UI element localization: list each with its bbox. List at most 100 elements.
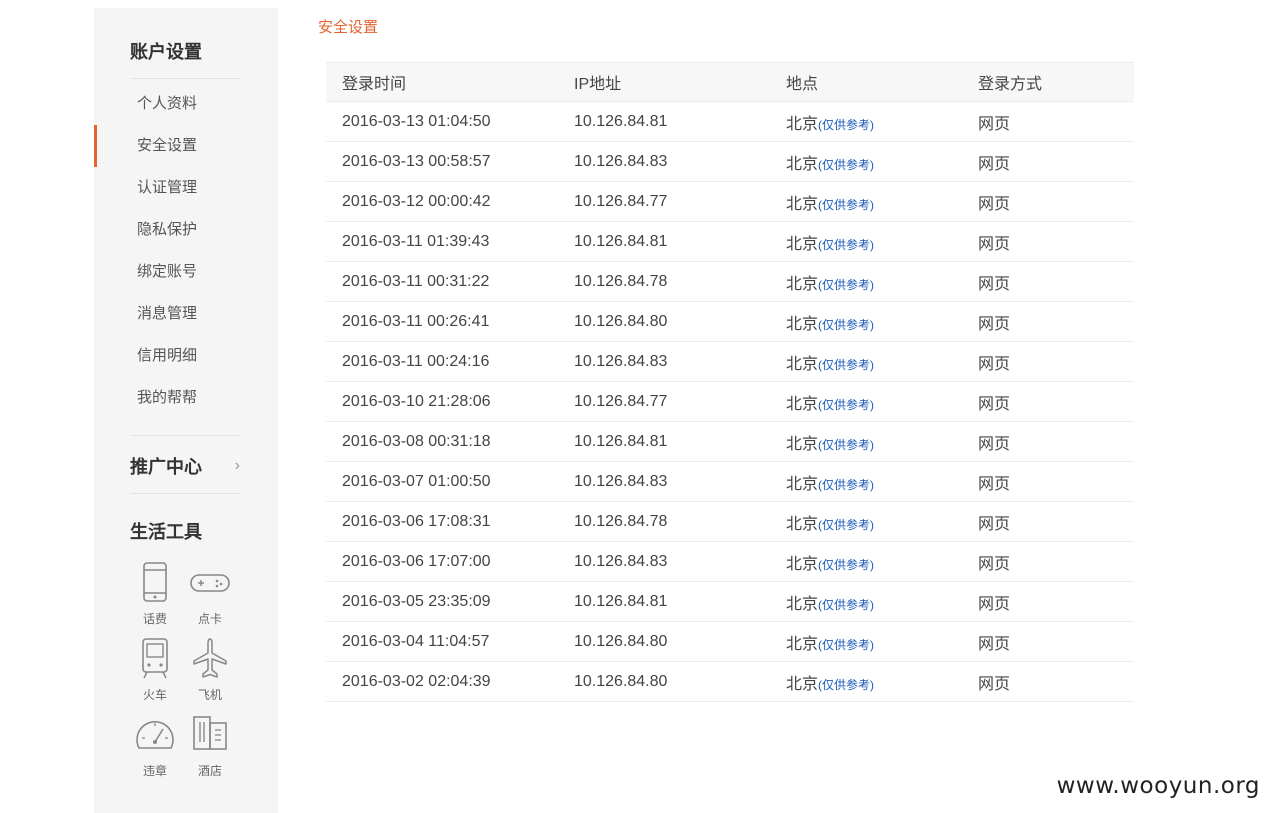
ip-cell: 10.126.84.83: [558, 541, 770, 582]
sidebar-item[interactable]: 消息管理: [94, 293, 278, 335]
sidebar-item[interactable]: 我的帮帮: [94, 377, 278, 419]
table-row: 2016-03-11 00:31:22 10.126.84.78 北京(仅供参考) 网…: [326, 261, 1134, 302]
reference-note: (仅供参考): [818, 197, 875, 212]
location-cell: 北京(仅供参考): [770, 301, 962, 342]
ip-cell: 10.126.84.77: [558, 381, 770, 422]
location-cell: 北京(仅供参考): [770, 381, 962, 422]
login-time-cell: 2016-03-02 02:04:39: [326, 661, 558, 702]
hotel-icon: [193, 716, 227, 750]
reference-note: (仅供参考): [818, 557, 875, 572]
tool-flight[interactable]: 飞机: [185, 636, 235, 708]
plane-icon: [193, 638, 227, 678]
login-time-cell: 2016-03-05 23:35:09: [326, 581, 558, 622]
table-row: 2016-03-13 01:04:50 10.126.84.81 北京(仅供参考) 网…: [326, 101, 1134, 142]
tool-hotel[interactable]: 酒店: [185, 712, 235, 784]
column-header-method: 登录方式: [962, 62, 1134, 102]
location-cell: 北京(仅供参考): [770, 141, 962, 182]
reference-note: (仅供参考): [818, 317, 875, 332]
table-row: 2016-03-08 00:31:18 10.126.84.81 北京(仅供参考) 网…: [326, 421, 1134, 462]
sidebar-item[interactable]: 信用明细: [94, 335, 278, 377]
login-method-cell: 网页: [962, 661, 1134, 702]
tool-label: 话费: [142, 612, 167, 626]
login-method-cell: 网页: [962, 141, 1134, 182]
login-time-cell: 2016-03-11 00:24:16: [326, 341, 558, 382]
location-cell: 北京(仅供参考): [770, 461, 962, 502]
tool-game-card[interactable]: 点卡: [185, 560, 235, 632]
sidebar-item[interactable]: 认证管理: [94, 167, 278, 209]
column-header-time: 登录时间: [326, 62, 558, 102]
tool-label: 火车: [142, 688, 167, 702]
reference-note: (仅供参考): [818, 637, 875, 652]
tool-label: 点卡: [197, 612, 222, 626]
login-method-cell: 网页: [962, 101, 1134, 142]
ip-cell: 10.126.84.83: [558, 341, 770, 382]
login-time-cell: 2016-03-11 01:39:43: [326, 221, 558, 262]
divider: [130, 78, 240, 79]
sidebar-item[interactable]: 隐私保护: [94, 209, 278, 251]
location-name: 北京: [786, 395, 819, 413]
table-row: 2016-03-10 21:28:06 10.126.84.77 北京(仅供参考) 网…: [326, 381, 1134, 422]
watermark: www.wooyun.org: [1056, 773, 1260, 799]
login-method-cell: 网页: [962, 381, 1134, 422]
table-body: 2016-03-13 01:04:50 10.126.84.81 北京(仅供参考) 网…: [326, 101, 1134, 702]
location-cell: 北京(仅供参考): [770, 101, 962, 142]
table-row: 2016-03-11 00:24:16 10.126.84.83 北京(仅供参考) 网…: [326, 341, 1134, 382]
sidebar-item[interactable]: 绑定账号: [94, 251, 278, 293]
location-name: 北京: [786, 235, 819, 253]
tool-traffic-violation[interactable]: 违章: [130, 712, 180, 784]
chevron-right-icon: ›: [234, 457, 240, 474]
tool-label: 酒店: [197, 764, 222, 778]
reference-note: (仅供参考): [818, 517, 875, 532]
settings-nav: 个人资料 安全设置 认证管理 隐私保护 绑定账号 消息管理 信用明细 我的帮帮: [94, 83, 278, 419]
location-name: 北京: [786, 115, 819, 133]
reference-note: (仅供参考): [818, 477, 875, 492]
login-history-table: 登录时间 IP地址 地点 登录方式 2016-03-13 01:04:50 10.…: [326, 62, 1134, 702]
location-name: 北京: [786, 555, 819, 573]
login-time-cell: 2016-03-12 00:00:42: [326, 181, 558, 222]
location-cell: 北京(仅供参考): [770, 261, 962, 302]
ip-cell: 10.126.84.80: [558, 661, 770, 702]
login-method-cell: 网页: [962, 221, 1134, 262]
ip-cell: 10.126.84.83: [558, 141, 770, 182]
location-cell: 北京(仅供参考): [770, 621, 962, 662]
table-row: 2016-03-13 00:58:57 10.126.84.83 北京(仅供参考) 网…: [326, 141, 1134, 182]
location-cell: 北京(仅供参考): [770, 421, 962, 462]
breadcrumb: 安全设置: [318, 19, 379, 36]
account-settings-title: 账户设置: [130, 42, 202, 62]
sidebar-item[interactable]: 个人资料: [94, 83, 278, 125]
reference-note: (仅供参考): [818, 357, 875, 372]
tool-train[interactable]: 火车: [130, 636, 180, 708]
reference-note: (仅供参考): [818, 117, 875, 132]
login-time-cell: 2016-03-11 00:26:41: [326, 301, 558, 342]
location-name: 北京: [786, 435, 819, 453]
location-cell: 北京(仅供参考): [770, 581, 962, 622]
login-method-cell: 网页: [962, 501, 1134, 542]
login-method-cell: 网页: [962, 421, 1134, 462]
ip-cell: 10.126.84.81: [558, 221, 770, 262]
login-method-cell: 网页: [962, 341, 1134, 382]
ip-cell: 10.126.84.81: [558, 581, 770, 622]
location-name: 北京: [786, 515, 819, 533]
location-name: 北京: [786, 195, 819, 213]
login-time-cell: 2016-03-10 21:28:06: [326, 381, 558, 422]
login-time-cell: 2016-03-06 17:08:31: [326, 501, 558, 542]
divider: [130, 435, 240, 436]
gamepad-icon: [190, 574, 230, 592]
login-method-cell: 网页: [962, 621, 1134, 662]
train-icon: [142, 638, 168, 679]
promo-center-link[interactable]: 推广中心 ›: [130, 452, 240, 480]
location-cell: 北京(仅供参考): [770, 541, 962, 582]
tool-phone-bill[interactable]: 话费: [130, 560, 180, 632]
column-header-location: 地点: [770, 62, 962, 102]
phone-icon: [143, 562, 167, 602]
location-name: 北京: [786, 155, 819, 173]
sidebar: 账户设置 个人资料 安全设置 认证管理 隐私保护 绑定账号 消息管理 信用明细 我的帮帮 推广…: [94, 8, 278, 813]
sidebar-item[interactable]: 安全设置: [94, 125, 278, 167]
reference-note: (仅供参考): [818, 677, 875, 692]
promo-center-label: 推广中心: [130, 457, 202, 477]
table-row: 2016-03-06 17:07:00 10.126.84.83 北京(仅供参考) 网…: [326, 541, 1134, 582]
location-cell: 北京(仅供参考): [770, 661, 962, 702]
speedometer-icon: [136, 721, 174, 749]
ip-cell: 10.126.84.78: [558, 261, 770, 302]
table-row: 2016-03-07 01:00:50 10.126.84.83 北京(仅供参考) 网…: [326, 461, 1134, 502]
